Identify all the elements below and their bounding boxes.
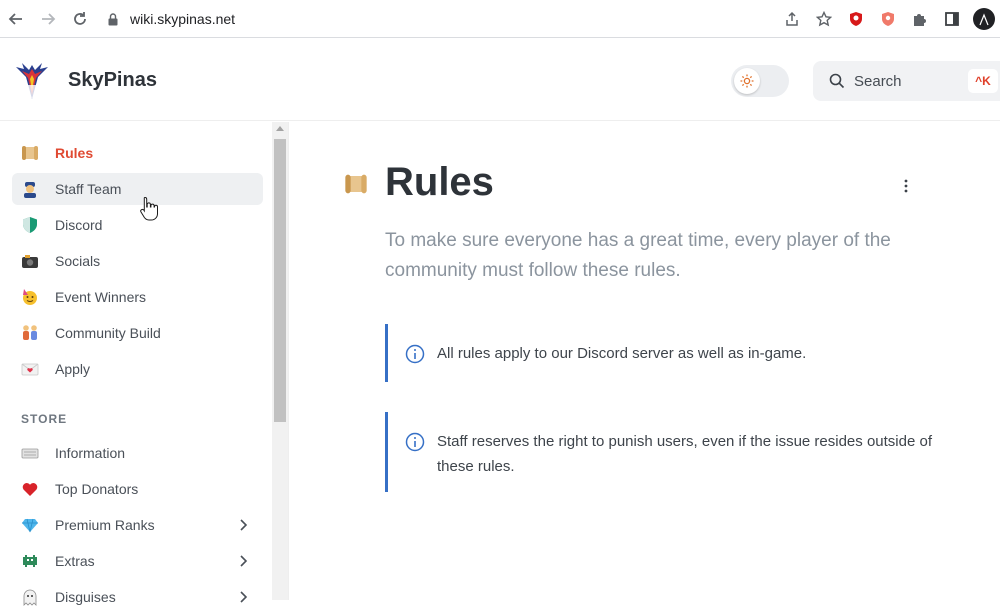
- love-letter-icon: [21, 360, 39, 378]
- party-face-icon: [21, 288, 39, 306]
- extension-button[interactable]: [840, 0, 872, 38]
- extensions-button[interactable]: [904, 0, 936, 38]
- phoenix-logo-icon: [16, 63, 48, 99]
- chevron-right-icon[interactable]: [235, 517, 251, 533]
- star-icon: [816, 11, 832, 27]
- site-header: SkyPinas Search ^K: [0, 41, 1000, 121]
- bookmark-button[interactable]: [808, 0, 840, 38]
- sidebar-item-label: Community Build: [55, 325, 161, 341]
- scroll-icon: [21, 144, 39, 162]
- back-button[interactable]: [0, 0, 32, 38]
- theme-toggle-knob: [734, 68, 760, 94]
- site-logo[interactable]: [12, 61, 52, 101]
- address-bar[interactable]: wiki.skypinas.net: [108, 6, 235, 32]
- sidebar: Rules Staff Team Discord Socials Event W…: [0, 122, 289, 606]
- sidebar-item-label: Event Winners: [55, 289, 147, 305]
- chevron-right-icon[interactable]: [235, 589, 251, 605]
- url-text: wiki.skypinas.net: [130, 11, 236, 27]
- avatar: [973, 8, 995, 30]
- lock-icon: [108, 12, 118, 25]
- gem-icon: [21, 516, 39, 534]
- search-shortcut-badge: ^K: [968, 69, 998, 93]
- sidebar-item-rules[interactable]: Rules: [12, 137, 263, 169]
- shield-icon: [21, 216, 39, 234]
- sidebar-item-information[interactable]: Information: [12, 437, 263, 469]
- shield-pink-icon: [882, 12, 894, 26]
- info-icon: [405, 432, 425, 452]
- sidebar-item-label: Rules: [55, 145, 94, 161]
- heart-icon: [21, 480, 39, 498]
- main-content: Rules To make sure everyone has a great …: [290, 122, 1000, 600]
- sidebar-item-community-build[interactable]: Community Build: [12, 317, 263, 349]
- kebab-menu-icon: [904, 179, 908, 193]
- browser-toolbar: wiki.skypinas.net: [0, 0, 1000, 38]
- ghost-icon: [21, 588, 39, 606]
- reload-icon: [74, 11, 86, 25]
- sidebar-item-top-donators[interactable]: Top Donators: [12, 473, 263, 505]
- camera-icon: [21, 252, 39, 270]
- arrow-right-icon: [42, 12, 56, 25]
- sidebar-item-label: Information: [55, 445, 126, 461]
- more-options-button[interactable]: [900, 178, 912, 194]
- sidebar-item-staff-team[interactable]: Staff Team: [12, 173, 263, 205]
- space-invader-icon: [21, 552, 39, 570]
- scroll-up-arrow-icon[interactable]: [276, 126, 284, 131]
- sidebar-scrollbar[interactable]: [272, 122, 288, 600]
- arrow-left-icon: [8, 12, 22, 25]
- theme-toggle[interactable]: [731, 65, 789, 97]
- sidebar-item-discord[interactable]: Discord: [12, 209, 263, 241]
- scroll-icon: [344, 172, 368, 201]
- page-description: To make sure everyone has a great time, …: [385, 230, 891, 281]
- sidebar-item-label: Apply: [55, 361, 91, 377]
- page-title: Rules: [385, 160, 494, 204]
- hand-cursor-icon: [140, 196, 158, 221]
- sidebar-item-label: Premium Ranks: [55, 517, 155, 533]
- search-label: Search: [854, 72, 902, 90]
- side-panel-icon: [945, 12, 959, 26]
- section-title-store: STORE: [21, 412, 68, 426]
- keyboard-icon: [21, 444, 39, 462]
- info-callout-text: All rules apply to our Discord server as…: [437, 345, 807, 362]
- sidebar-item-apply[interactable]: Apply: [12, 353, 263, 385]
- scrollbar-thumb[interactable]: [274, 139, 286, 422]
- sidebar-item-premium-ranks[interactable]: Premium Ranks: [12, 509, 263, 541]
- share-button[interactable]: [776, 0, 808, 38]
- search-icon: [829, 73, 845, 89]
- info-icon: [405, 344, 425, 364]
- reload-button[interactable]: [64, 0, 96, 38]
- search-button[interactable]: Search ^K: [813, 61, 1000, 101]
- extension-button[interactable]: [872, 0, 904, 38]
- info-callout: Staff reserves the right to punish users…: [385, 412, 945, 492]
- shield-red-icon: [850, 12, 862, 26]
- puzzle-icon: [914, 14, 926, 26]
- share-icon: [786, 11, 798, 26]
- police-officer-icon: [21, 180, 39, 198]
- profile-button[interactable]: [968, 0, 1000, 38]
- info-callout: All rules apply to our Discord server as…: [385, 324, 945, 382]
- people-holding-hands-icon: [21, 324, 39, 342]
- side-panel-button[interactable]: [936, 0, 968, 38]
- sidebar-item-extras[interactable]: Extras: [12, 545, 263, 577]
- sidebar-item-label: Disguises: [55, 589, 116, 605]
- sidebar-item-disguises[interactable]: Disguises: [12, 581, 263, 613]
- sidebar-item-socials[interactable]: Socials: [12, 245, 263, 277]
- sidebar-item-label: Staff Team: [55, 181, 122, 197]
- chevron-right-icon[interactable]: [235, 553, 251, 569]
- info-callout-text: Staff reserves the right to punish users…: [437, 433, 932, 475]
- sidebar-item-label: Socials: [55, 253, 101, 269]
- sidebar-item-label: Extras: [55, 553, 95, 569]
- sidebar-item-label: Discord: [55, 217, 103, 233]
- sidebar-item-label: Top Donators: [55, 481, 139, 497]
- sidebar-item-event-winners[interactable]: Event Winners: [12, 281, 263, 313]
- brand-name[interactable]: SkyPinas: [68, 69, 157, 92]
- forward-button[interactable]: [32, 0, 64, 38]
- sun-icon: [740, 74, 754, 88]
